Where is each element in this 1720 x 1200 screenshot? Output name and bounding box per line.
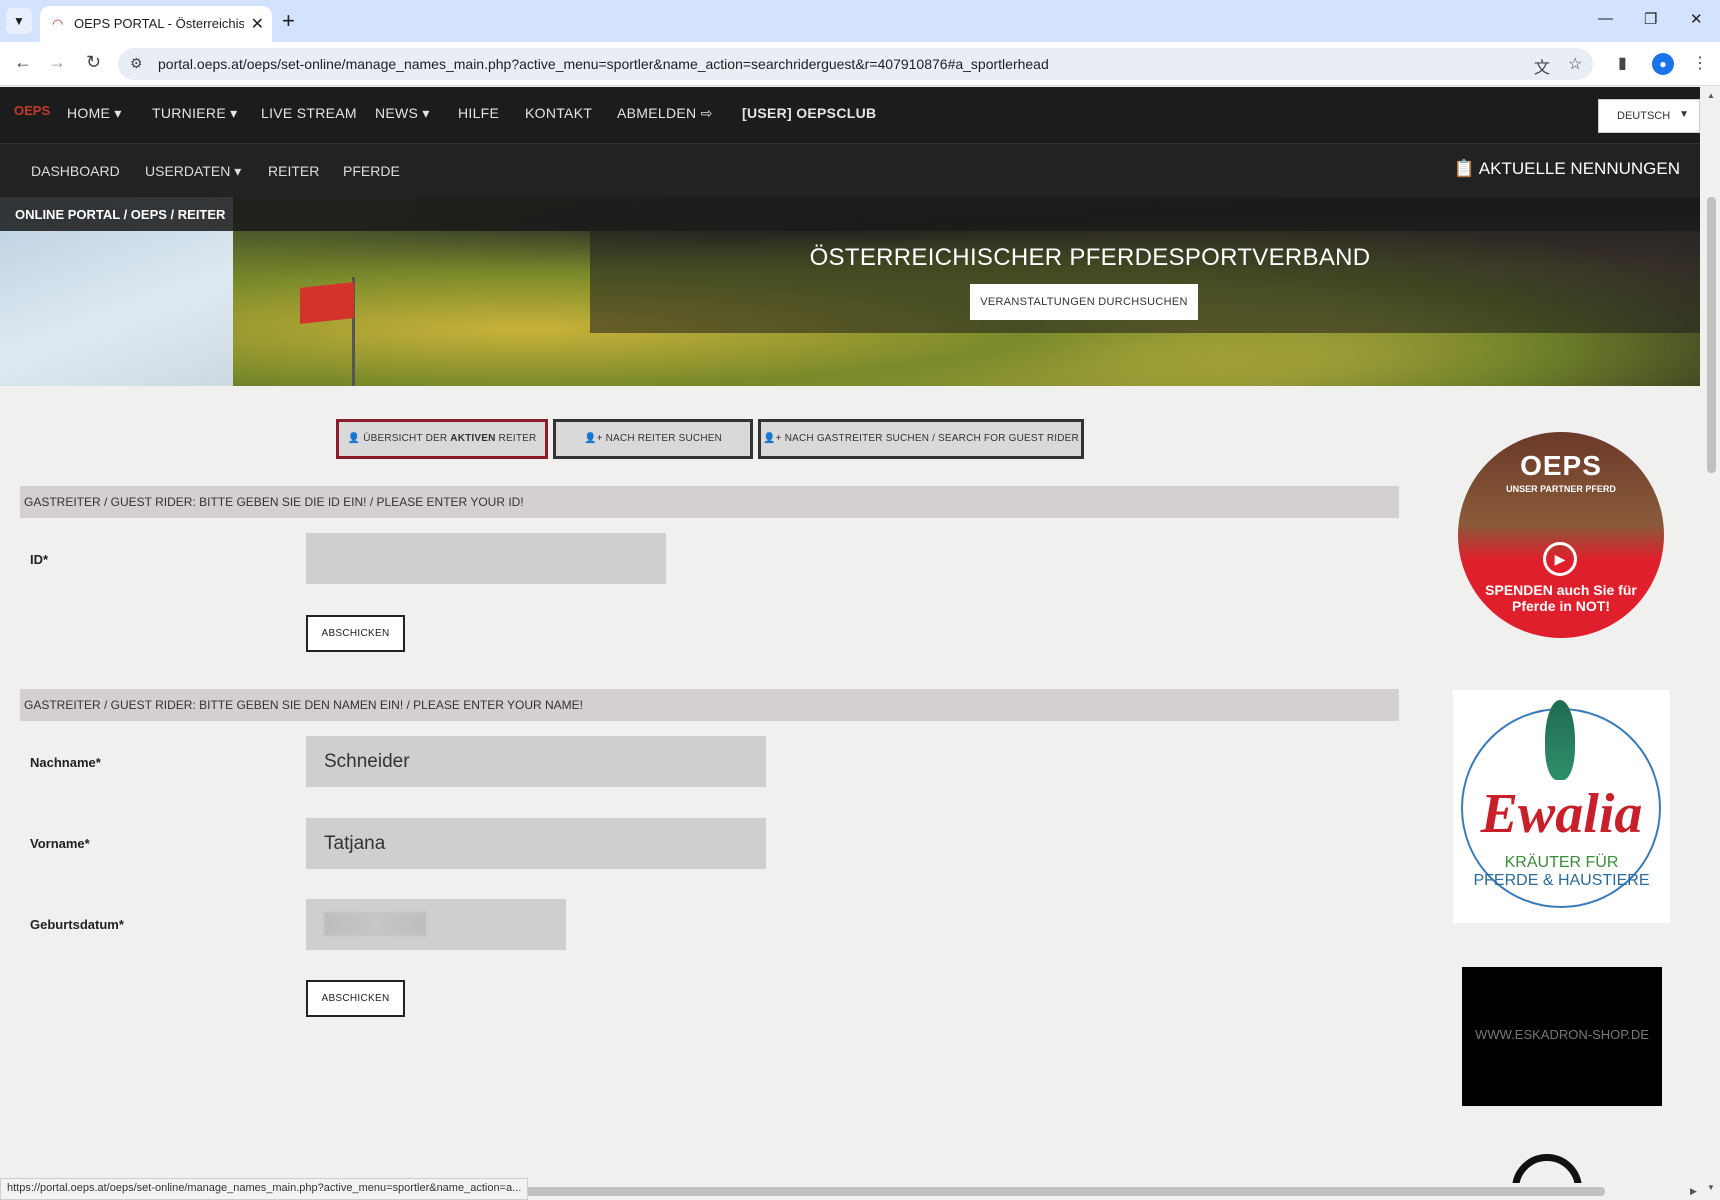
reload-icon[interactable]: ↻ bbox=[86, 52, 101, 73]
language-label: DEUTSCH bbox=[1617, 110, 1671, 122]
search-rider-label: NACH REITER SUCHEN bbox=[605, 433, 723, 444]
url-text[interactable]: portal.oeps.at/oeps/set-online/manage_na… bbox=[158, 56, 1049, 72]
overview-bold: AKTIVEN bbox=[450, 433, 496, 444]
nav-turniere[interactable]: TURNIERE ▾ bbox=[152, 105, 237, 122]
oeps-logo[interactable]: OEPS bbox=[14, 103, 50, 118]
hero-title: ÖSTERREICHISCHER PFERDESPORTVERBAND bbox=[809, 244, 1371, 271]
subnav-pferde[interactable]: PFERDE bbox=[343, 163, 400, 179]
browser-toolbar: ← → ↻ ⚙ portal.oeps.at/oeps/set-online/m… bbox=[0, 42, 1720, 86]
firstname-input[interactable] bbox=[306, 818, 766, 869]
browser-tab[interactable]: ◠ OEPS PORTAL - Österreichische ✕ bbox=[40, 6, 272, 42]
vertical-scroll-thumb[interactable] bbox=[1707, 197, 1716, 473]
window-close-icon[interactable]: ✕ bbox=[1690, 10, 1703, 28]
minimize-icon[interactable]: — bbox=[1598, 10, 1613, 27]
oeps-ad-text: SPENDEN auch Sie für Pferde in NOT! bbox=[1485, 582, 1637, 614]
nav-abmelden[interactable]: ABMELDEN ⇨ bbox=[617, 105, 713, 122]
herb-leaf-icon bbox=[1545, 700, 1575, 780]
new-tab-plus-icon[interactable]: + bbox=[282, 8, 295, 34]
overview-suffix: REITER bbox=[495, 433, 537, 444]
search-rider-button[interactable]: 👤+ NACH REITER SUCHEN bbox=[553, 419, 753, 459]
address-bar[interactable]: ⚙ portal.oeps.at/oeps/set-online/manage_… bbox=[118, 48, 1593, 80]
back-arrow-icon[interactable]: ← bbox=[14, 52, 32, 73]
scroll-right-icon[interactable]: ▶ bbox=[1690, 1186, 1697, 1197]
name-section-heading: GASTREITER / GUEST RIDER: BITTE GEBEN SI… bbox=[20, 689, 1399, 721]
user-icon: 👤 bbox=[347, 433, 364, 444]
eskadron-url: WWW.ESKADRON-SHOP.DE bbox=[1475, 1027, 1649, 1042]
overview-prefix: ÜBERSICHT DER bbox=[363, 433, 451, 444]
lastname-input[interactable] bbox=[306, 736, 766, 787]
play-icon[interactable]: ▶ bbox=[1543, 542, 1577, 576]
nav-home[interactable]: HOME ▾ bbox=[67, 105, 122, 122]
nav-hilfe[interactable]: HILFE bbox=[458, 105, 499, 121]
subnav-dashboard[interactable]: DASHBOARD bbox=[31, 163, 120, 179]
aktuelle-nennungen-label: AKTUELLE NENNUNGEN bbox=[1478, 159, 1680, 178]
breadcrumb-bar: ONLINE PORTAL / OEPS / REITER bbox=[0, 197, 1700, 231]
language-select[interactable]: DEUTSCH ▼ bbox=[1598, 99, 1700, 133]
overview-active-riders-button[interactable]: 👤 ÜBERSICHT DER AKTIVEN REITER bbox=[336, 419, 548, 459]
oeps-ad-subtitle: UNSER PARTNER PFERD bbox=[1506, 484, 1616, 494]
restore-icon[interactable]: ❐ bbox=[1644, 10, 1657, 28]
status-bar-url: https://portal.oeps.at/oeps/set-online/m… bbox=[0, 1178, 529, 1200]
user-plus-icon: 👤+ bbox=[763, 433, 785, 444]
search-guest-rider-button[interactable]: 👤+ NACH GASTREITER SUCHEN / SEARCH FOR G… bbox=[758, 419, 1084, 459]
site-top-nav: OEPS HOME ▾ TURNIERE ▾ LIVE STREAM NEWS … bbox=[0, 87, 1700, 143]
birthdate-label: Geburtsdatum* bbox=[30, 917, 124, 932]
oeps-ad-logo: OEPS bbox=[1520, 450, 1602, 481]
nav-live-stream[interactable]: LIVE STREAM bbox=[261, 105, 357, 121]
scroll-down-icon[interactable]: ▼ bbox=[1707, 1183, 1715, 1192]
site-sub-nav: DASHBOARD USERDATEN ▾ REITER PFERDE 📋 AK… bbox=[0, 143, 1700, 197]
tab-list-chevron-icon[interactable]: ▼ bbox=[6, 8, 32, 34]
subnav-reiter[interactable]: REITER bbox=[268, 163, 319, 179]
browser-tabbar: ▼ ◠ OEPS PORTAL - Österreichische ✕ + — … bbox=[0, 0, 1720, 42]
menu-kebab-icon[interactable]: ⋮ bbox=[1692, 53, 1708, 73]
name-submit-button[interactable]: ABSCHICKEN bbox=[306, 980, 405, 1017]
id-section-heading: GASTREITER / GUEST RIDER: BITTE GEBEN SI… bbox=[20, 486, 1399, 518]
bookmark-star-icon[interactable]: ☆ bbox=[1568, 54, 1582, 74]
vertical-scrollbar[interactable]: ▲ ▼ bbox=[1703, 87, 1720, 1200]
breadcrumb[interactable]: ONLINE PORTAL / OEPS / REITER bbox=[15, 207, 225, 222]
eskadron-ad[interactable]: WWW.ESKADRON-SHOP.DE bbox=[1462, 967, 1662, 1106]
subnav-userdaten[interactable]: USERDATEN ▾ bbox=[145, 163, 241, 180]
aktuelle-nennungen-link[interactable]: 📋 AKTUELLE NENNUNGEN bbox=[1454, 159, 1680, 179]
id-submit-button[interactable]: ABSCHICKEN bbox=[306, 615, 405, 652]
ewalia-ad[interactable]: Ewalia KRÄUTER FÜR PFERDE & HAUSTIERE bbox=[1453, 690, 1670, 923]
birthdate-blurred-value bbox=[324, 912, 426, 936]
oeps-donation-ad[interactable]: OEPS UNSER PARTNER PFERD ▶ SPENDEN auch … bbox=[1458, 432, 1664, 638]
forward-arrow-icon[interactable]: → bbox=[48, 52, 66, 73]
oeps-favicon-icon: ◠ bbox=[52, 16, 64, 31]
profile-avatar-icon[interactable]: ● bbox=[1652, 53, 1674, 75]
caret-down-icon: ▼ bbox=[1679, 109, 1689, 120]
lastname-label: Nachname* bbox=[30, 755, 101, 770]
nav-news[interactable]: NEWS ▾ bbox=[375, 105, 430, 122]
scroll-up-icon[interactable]: ▲ bbox=[1707, 91, 1715, 100]
user-plus-icon: 👤+ bbox=[583, 433, 606, 444]
ewalia-subtitle-2: PFERDE & HAUSTIERE bbox=[1473, 872, 1650, 889]
clipboard-icon: 📋 bbox=[1453, 159, 1479, 178]
id-label: ID* bbox=[30, 552, 49, 567]
translate-icon[interactable]: 文 bbox=[1534, 54, 1550, 78]
ewalia-name: Ewalia bbox=[1480, 783, 1643, 845]
firstname-label: Vorname* bbox=[30, 836, 90, 851]
nav-user[interactable]: [USER] OEPSCLUB bbox=[742, 105, 876, 121]
tab-close-icon[interactable]: ✕ bbox=[251, 14, 264, 34]
id-input[interactable] bbox=[306, 533, 666, 584]
tab-title: OEPS PORTAL - Österreichische bbox=[74, 16, 244, 31]
id-section-heading-text: GASTREITER / GUEST RIDER: BITTE GEBEN SI… bbox=[24, 495, 524, 509]
nav-kontakt[interactable]: KONTAKT bbox=[525, 105, 592, 121]
ewalia-subtitle-1: KRÄUTER FÜR bbox=[1504, 854, 1619, 871]
site-info-icon[interactable]: ⚙ bbox=[130, 55, 143, 72]
side-panel-icon[interactable]: ▮ bbox=[1618, 53, 1627, 73]
veranstaltungen-durchsuchen-button[interactable]: VERANSTALTUNGEN DURCHSUCHEN bbox=[970, 284, 1198, 320]
name-section-heading-text: GASTREITER / GUEST RIDER: BITTE GEBEN SI… bbox=[24, 698, 583, 712]
search-guest-label: NACH GASTREITER SUCHEN / SEARCH FOR GUES… bbox=[784, 433, 1079, 444]
red-flag bbox=[300, 282, 354, 324]
